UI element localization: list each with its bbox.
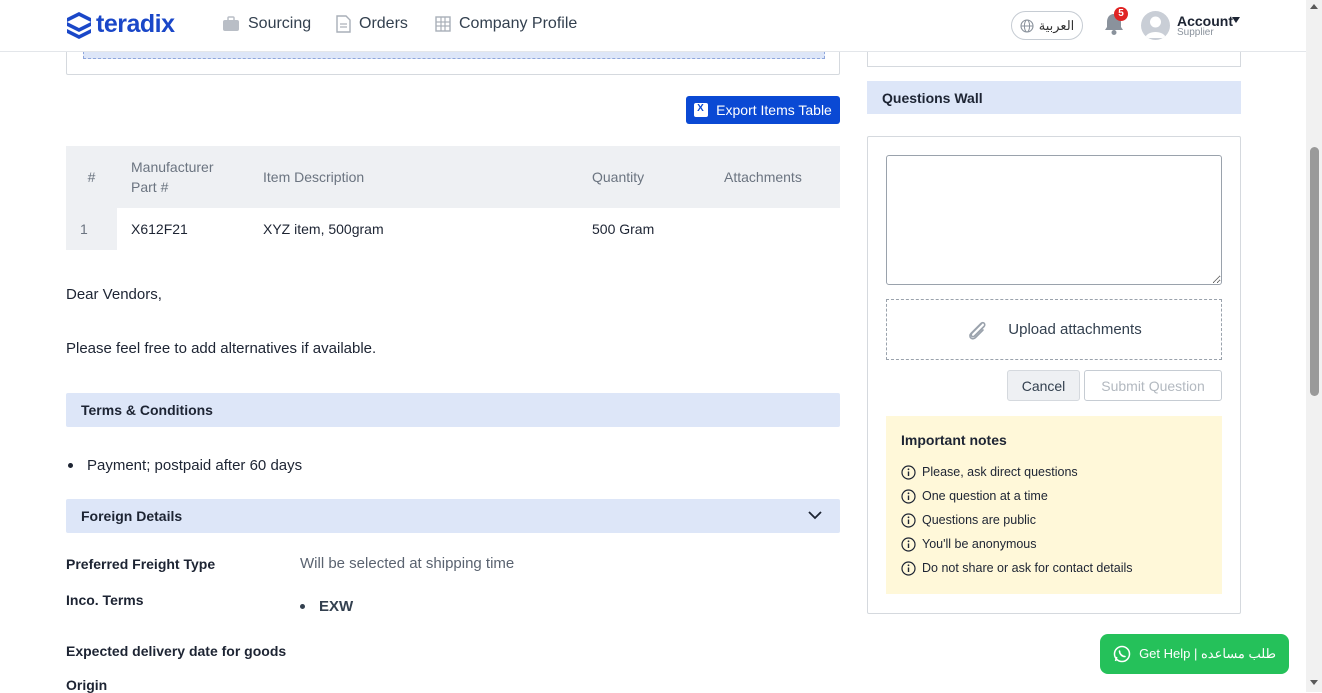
note-text: Questions are public [922,513,1036,527]
bullet-icon [300,604,305,609]
notification-count-badge: 5 [1114,7,1128,21]
column-header-quantity: Quantity [578,146,710,208]
document-icon [336,15,351,33]
nav-company-profile-label: Company Profile [459,15,578,32]
note-text: Please, ask direct questions [922,465,1078,479]
info-icon [901,488,916,504]
chevron-down-icon[interactable] [808,511,822,520]
questions-wall-header: Questions Wall [867,81,1241,114]
bullet-icon [68,463,73,468]
building-icon [435,16,451,32]
teradix-logo[interactable]: teradix [66,10,175,39]
list-item: Please, ask direct questions [901,460,1207,484]
export-label: Export Items Table [716,102,832,118]
row-index: 1 [66,208,117,250]
row-quantity: 500 Gram [592,221,655,237]
info-icon [901,464,916,480]
globe-icon [1020,18,1034,33]
origin-label: Origin [66,677,108,693]
note-text: You'll be anonymous [922,537,1037,551]
export-items-table-button[interactable]: Export Items Table [686,96,840,124]
row-attachments [710,208,840,250]
note-text: One question at a time [922,489,1048,503]
items-table: # Manufacturer Part # Item Description Q… [66,146,840,250]
cancel-button[interactable]: Cancel [1007,370,1080,401]
terms-item: Payment; postpaid after 60 days [87,457,303,474]
list-item: Payment; postpaid after 60 days [68,457,302,474]
chevron-down-icon[interactable] [1232,17,1240,23]
list-item: One question at a time [901,484,1207,508]
questions-wall-title: Questions Wall [882,89,983,106]
nav-company-profile[interactable]: Company Profile [435,15,577,33]
column-header-index: # [66,146,117,208]
list-item: Do not share or ask for contact details [901,556,1207,580]
list-item: Questions are public [901,508,1207,532]
delivery-date-label: Expected delivery date for goods [66,643,287,659]
scroll-down-icon[interactable] [1310,680,1318,685]
message-greeting: Dear Vendors, [66,286,162,303]
column-header-part: Manufacturer Part # [117,146,249,208]
nav-orders[interactable]: Orders [336,15,408,33]
scrollbar-thumb[interactable] [1310,147,1319,396]
logo-mark-icon [67,11,91,39]
table-row: 1 X612F21 XYZ item, 500gram 500 Gram [66,208,840,250]
brand-name: teradix [96,10,175,38]
info-icon [901,560,916,576]
top-navigation: teradix Sourcing Orders Company Profile [0,0,1306,52]
submit-question-button[interactable]: Submit Question [1084,370,1222,401]
inco-terms-label: Inco. Terms [66,592,144,608]
terms-title: Terms & Conditions [81,402,213,418]
avatar[interactable] [1141,11,1170,40]
terms-section-header: Terms & Conditions [66,393,840,427]
scroll-up-icon[interactable] [1310,4,1318,9]
language-switch-button[interactable]: العربية [1011,11,1083,40]
upload-label: Upload attachments [1008,321,1142,338]
info-icon [901,536,916,552]
table-header-row: # Manufacturer Part # Item Description Q… [66,146,840,208]
freight-type-label: Preferred Freight Type [66,556,216,572]
account-menu[interactable]: Account Supplier [1177,13,1233,38]
get-help-label: Get Help | طلب مساعده [1139,646,1276,661]
foreign-details-header[interactable]: Foreign Details [66,499,840,533]
row-part: X612F21 [131,221,188,237]
list-item: EXW [300,598,353,615]
info-icon [901,512,916,528]
list-item: You'll be anonymous [901,532,1207,556]
nav-orders-label: Orders [359,15,408,32]
nav-sourcing-label: Sourcing [248,15,312,32]
foreign-details-title: Foreign Details [81,508,183,524]
column-header-description: Item Description [249,146,578,208]
inco-terms-value: EXW [319,598,354,615]
message-body: Please feel free to add alternatives if … [66,340,377,357]
nav-sourcing[interactable]: Sourcing [222,15,311,33]
paperclip-icon [969,321,986,340]
language-label: العربية [1038,17,1075,33]
notes-title: Important notes [901,432,1007,448]
get-help-button[interactable]: Get Help | طلب مساعده [1100,634,1289,674]
freight-type-value: Will be selected at shipping time [300,555,515,572]
note-text: Do not share or ask for contact details [922,561,1133,575]
upload-attachments-dropzone[interactable]: Upload attachments [886,299,1222,360]
user-avatar-icon [1145,16,1166,38]
column-header-attachments: Attachments [710,146,840,208]
important-notes-box: Important notes Please, ask direct quest… [886,416,1222,594]
question-textarea[interactable] [886,155,1222,285]
whatsapp-icon [1113,645,1131,663]
briefcase-icon [223,16,239,31]
row-description: XYZ item, 500gram [263,221,384,237]
excel-icon [694,103,709,117]
